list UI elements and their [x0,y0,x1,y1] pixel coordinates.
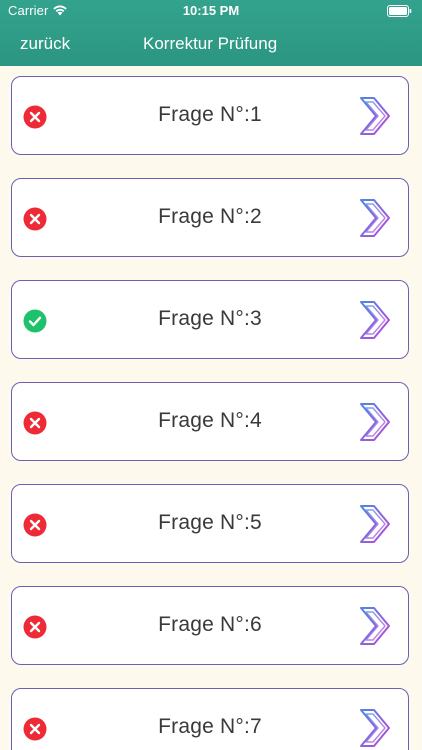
battery-icon [387,5,412,17]
question-label: Frage N°:3 [158,307,262,330]
question-label: Frage N°:2 [158,205,262,228]
question-card[interactable]: Frage N°:3 [11,280,409,359]
question-label: Frage N°:6 [158,613,262,636]
question-label: Frage N°:1 [158,103,262,126]
question-card[interactable]: Frage N°:7 [11,688,409,750]
question-label: Frage N°:4 [158,409,262,432]
chevron-right-icon[interactable] [358,606,392,646]
status-bar: Carrier 10:15 PM [0,0,422,22]
question-label: Frage N°:5 [158,511,262,534]
question-label: Frage N°:7 [158,715,262,738]
page-title: Korrektur Prüfung [143,34,278,53]
back-button[interactable]: zurück [20,34,70,54]
chevron-right-icon[interactable] [358,300,392,340]
chevron-right-icon[interactable] [358,708,392,748]
question-card[interactable]: Frage N°:5 [11,484,409,563]
header: Carrier 10:15 PM zurück Korrektur Prüfun… [0,0,422,66]
chevron-right-icon[interactable] [358,402,392,442]
question-card[interactable]: Frage N°:4 [11,382,409,461]
question-card[interactable]: Frage N°:6 [11,586,409,665]
chevron-right-icon[interactable] [358,96,392,136]
status-time: 10:15 PM [182,3,240,18]
question-card[interactable]: Frage N°:2 [11,178,409,257]
question-card[interactable]: Frage N°:1 [11,76,409,155]
question-list: Frage N°:1 Frage N°:2 Frage N°:3 Frage N… [0,66,422,750]
chevron-right-icon[interactable] [358,504,392,544]
chevron-right-icon[interactable] [358,198,392,238]
nav-bar: zurück Korrektur Prüfung [0,22,422,66]
